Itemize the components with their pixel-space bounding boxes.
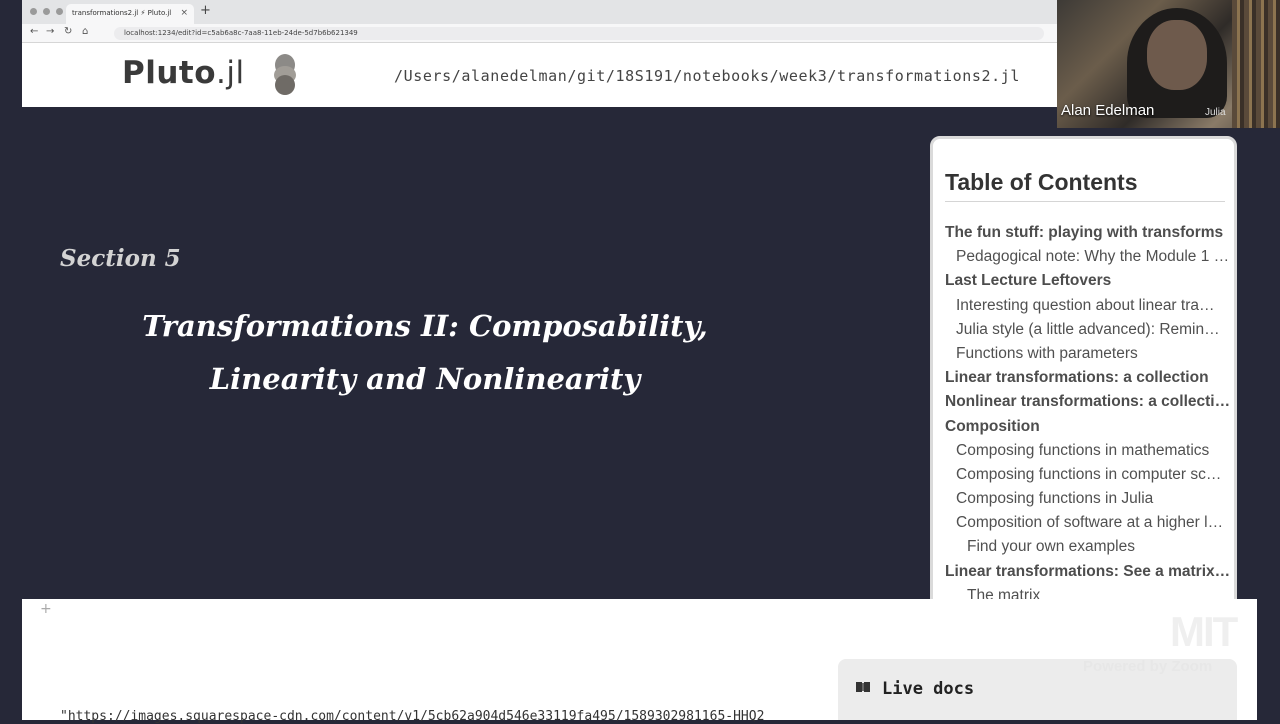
notebook-file-path[interactable]: /Users/alanedelman/git/18S191/notebooks/…: [394, 67, 1020, 85]
new-tab-icon[interactable]: +: [200, 3, 211, 18]
speaker-face: [1147, 20, 1207, 90]
toc-item[interactable]: Last Lecture Leftovers: [945, 269, 1231, 293]
back-icon[interactable]: ←: [30, 26, 38, 37]
url-field[interactable]: localhost:1234/edit?id=c5ab6a8c-7aa8-11e…: [114, 27, 1044, 40]
window-controls[interactable]: [30, 8, 63, 15]
section-title: Transformations II: Composability, Linea…: [90, 300, 760, 406]
toc-item[interactable]: The fun stuff: playing with transforms: [945, 221, 1231, 245]
browser-tab[interactable]: transformations2.jl ⚡ Pluto.jl ×: [66, 4, 194, 24]
reload-icon[interactable]: ↻: [64, 26, 72, 37]
speaker-tag: Julia: [1205, 107, 1226, 118]
toc-item[interactable]: Composition: [945, 415, 1231, 439]
pluto-header: Pluto.jl /Users/alanedelman/git/18S191/n…: [22, 43, 1057, 107]
toc-item[interactable]: Composing functions in Julia: [945, 487, 1231, 511]
pluto-planet-icon: [274, 54, 296, 95]
browser-tab-bar: transformations2.jl ⚡ Pluto.jl × +: [22, 0, 1057, 24]
toc-item[interactable]: Linear transformations: a collection: [945, 366, 1231, 390]
toc-item[interactable]: Composition of software at a higher l…: [945, 511, 1231, 535]
zoom-watermark: Powered by Zoom: [1083, 658, 1213, 675]
cell-code[interactable]: "https://images.squarespace-cdn.com/cont…: [60, 709, 764, 724]
tab-title: transformations2.jl ⚡ Pluto.jl: [72, 9, 172, 17]
toc-item[interactable]: Functions with parameters: [945, 342, 1231, 366]
close-tab-icon[interactable]: ×: [180, 8, 188, 18]
toc-title: Table of Contents: [945, 169, 1225, 202]
bookshelf-background: [1232, 0, 1280, 128]
pluto-logo[interactable]: Pluto.jl: [122, 55, 245, 91]
close-window-icon[interactable]: [30, 8, 37, 15]
section-title-line2: Linearity and Nonlinearity: [209, 362, 641, 396]
address-bar: ← → ↻ ⌂ localhost:1234/edit?id=c5ab6a8c-…: [22, 24, 1057, 43]
forward-icon[interactable]: →: [46, 26, 54, 37]
speaker-name: Alan Edelman: [1061, 102, 1155, 119]
section-label: Section 5: [60, 245, 181, 272]
toc-item[interactable]: Nonlinear transformations: a collecti…: [945, 390, 1231, 414]
maximize-window-icon[interactable]: [56, 8, 63, 15]
home-icon[interactable]: ⌂: [82, 26, 88, 37]
logo-ext: .jl: [216, 55, 245, 91]
live-docs-label: Live docs: [882, 679, 975, 699]
toc-list: The fun stuff: playing with transforms Pe…: [945, 221, 1231, 656]
toc-item[interactable]: Interesting question about linear tra…: [945, 294, 1231, 318]
minimize-window-icon[interactable]: [43, 8, 50, 15]
toc-item[interactable]: Composing functions in computer sc…: [945, 463, 1231, 487]
add-cell-icon[interactable]: +: [40, 601, 52, 617]
live-docs-icon: [856, 682, 870, 692]
toc-item[interactable]: Find your own examples: [945, 535, 1231, 559]
table-of-contents: Table of Contents The fun stuff: playing…: [930, 136, 1237, 666]
mit-watermark: MIT: [1170, 608, 1238, 655]
toc-item[interactable]: Pedagogical note: Why the Module 1 …: [945, 245, 1231, 269]
toc-item[interactable]: Julia style (a little advanced): Remin…: [945, 318, 1231, 342]
logo-name: Pluto: [122, 55, 217, 91]
toc-item[interactable]: Linear transformations: See a matrix,…: [945, 560, 1231, 584]
toc-item[interactable]: Composing functions in mathematics: [945, 439, 1231, 463]
webcam-video: Alan Edelman Julia: [1057, 0, 1280, 128]
section-title-line1: Transformations II: Composability,: [142, 309, 708, 343]
